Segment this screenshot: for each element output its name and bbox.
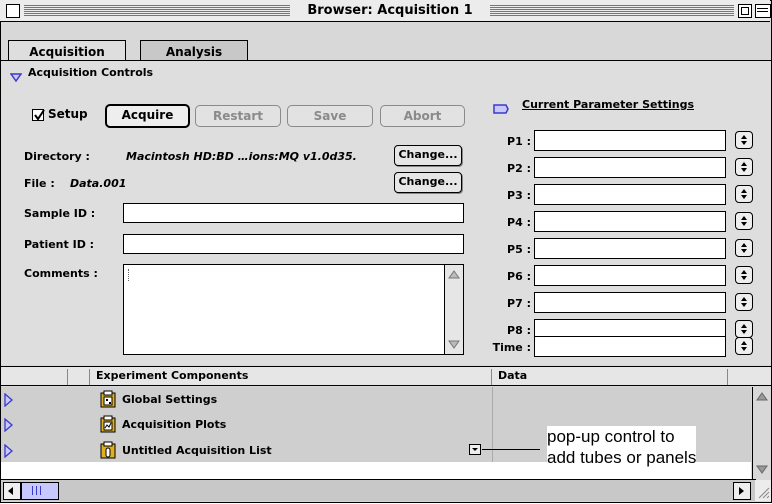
param-field[interactable] [534,130,726,151]
param-stepper[interactable] [735,337,753,355]
param-stepper[interactable] [735,266,753,284]
param-label: P7 : [507,297,531,310]
annotation-leader-line [482,449,540,450]
param-label: P8 : [507,324,531,337]
param-field[interactable] [534,157,726,178]
abort-button[interactable]: Abort [380,105,465,127]
comments-scrollbar[interactable] [444,265,463,354]
param-field[interactable] [534,238,726,259]
directory-change-button[interactable]: Change... [394,145,462,166]
zoom-box[interactable] [738,4,752,18]
file-change-button[interactable]: Change... [394,172,462,193]
restart-button[interactable]: Restart [195,105,281,127]
sample-id-label: Sample ID : [24,207,96,220]
param-stepper[interactable] [735,158,753,176]
save-button[interactable]: Save [287,105,373,127]
sample-id-field[interactable] [123,203,464,223]
param-label: P5 : [507,243,531,256]
scroll-right-arrow-icon[interactable] [733,482,751,500]
section-title: Acquisition Controls [28,66,154,79]
file-label: File : [24,177,55,190]
scroll-thumb[interactable] [21,482,59,500]
setup-checkbox[interactable] [32,109,45,121]
annotation-line-2: add tubes or panels [547,448,697,467]
file-value: Data.001 [70,177,127,190]
param-stepper[interactable] [735,239,753,257]
list-vertical-scrollbar[interactable] [752,387,771,479]
param-label: P3 : [507,189,531,202]
tab-acquisition[interactable]: Acquisition [8,40,126,62]
param-stepper[interactable] [735,185,753,203]
annotation-callout: pop-up control to add tubes or panels [547,426,697,468]
expand-arrow-icon[interactable] [4,417,14,436]
param-stepper[interactable] [735,293,753,311]
disclosure-triangle-icon[interactable] [9,68,23,87]
scroll-down-arrow-icon [448,340,460,349]
acquisition-plots-icon [100,415,116,437]
param-label: P2 : [507,162,531,175]
expand-arrow-icon[interactable] [4,392,14,411]
collapse-box[interactable] [755,4,771,18]
param-field[interactable] [534,211,726,232]
comments-textarea[interactable] [123,264,464,355]
directory-value: Macintosh HD:BD …ions:MQ v1.0d35. [126,150,357,163]
scroll-down-arrow-icon [756,465,768,474]
scroll-up-arrow-icon [448,270,460,279]
annotation-line-1: pop-up control to [547,427,675,446]
horizontal-scrollbar[interactable] [1,479,756,501]
expand-arrow-icon[interactable] [4,443,14,462]
global-settings-icon [100,390,116,412]
comments-label: Comments : [24,267,98,280]
scroll-up-arrow-icon [756,392,768,401]
patient-id-field[interactable] [123,234,464,254]
directory-label: Directory : [24,150,90,163]
param-field[interactable] [534,184,726,205]
param-label: P4 : [507,216,531,229]
param-field[interactable] [534,336,726,357]
column-header-data[interactable]: Data [498,369,527,383]
parameter-arrow-icon [493,99,509,118]
text-cursor [128,269,130,281]
close-box[interactable] [6,4,20,18]
param-stepper[interactable] [735,212,753,230]
list-item[interactable]: Global Settings [122,393,217,407]
param-field[interactable] [534,292,726,313]
acquire-button[interactable]: Acquire [105,104,190,128]
window-title: Browser: Acquisition 1 [290,3,490,18]
acquisition-list-icon [100,441,116,463]
param-stepper[interactable] [735,131,753,149]
list-item[interactable]: Acquisition Plots [122,418,226,432]
list-item[interactable]: Untitled Acquisition List [122,444,272,458]
title-bar[interactable]: Browser: Acquisition 1 [0,0,771,22]
param-label: Time : [492,341,531,354]
column-header-components[interactable]: Experiment Components [96,369,248,383]
resize-grip-icon[interactable] [755,480,771,501]
param-label: P6 : [507,270,531,283]
parameter-settings-header[interactable]: Current Parameter Settings [522,98,694,112]
patient-id-label: Patient ID : [24,238,95,251]
param-stepper[interactable] [735,320,753,338]
scroll-left-arrow-icon[interactable] [3,482,21,500]
tab-analysis[interactable]: Analysis [140,40,248,62]
param-label: P1 : [507,135,531,148]
param-field[interactable] [534,265,726,286]
popup-control[interactable] [469,444,481,455]
setup-label: Setup [48,107,88,121]
